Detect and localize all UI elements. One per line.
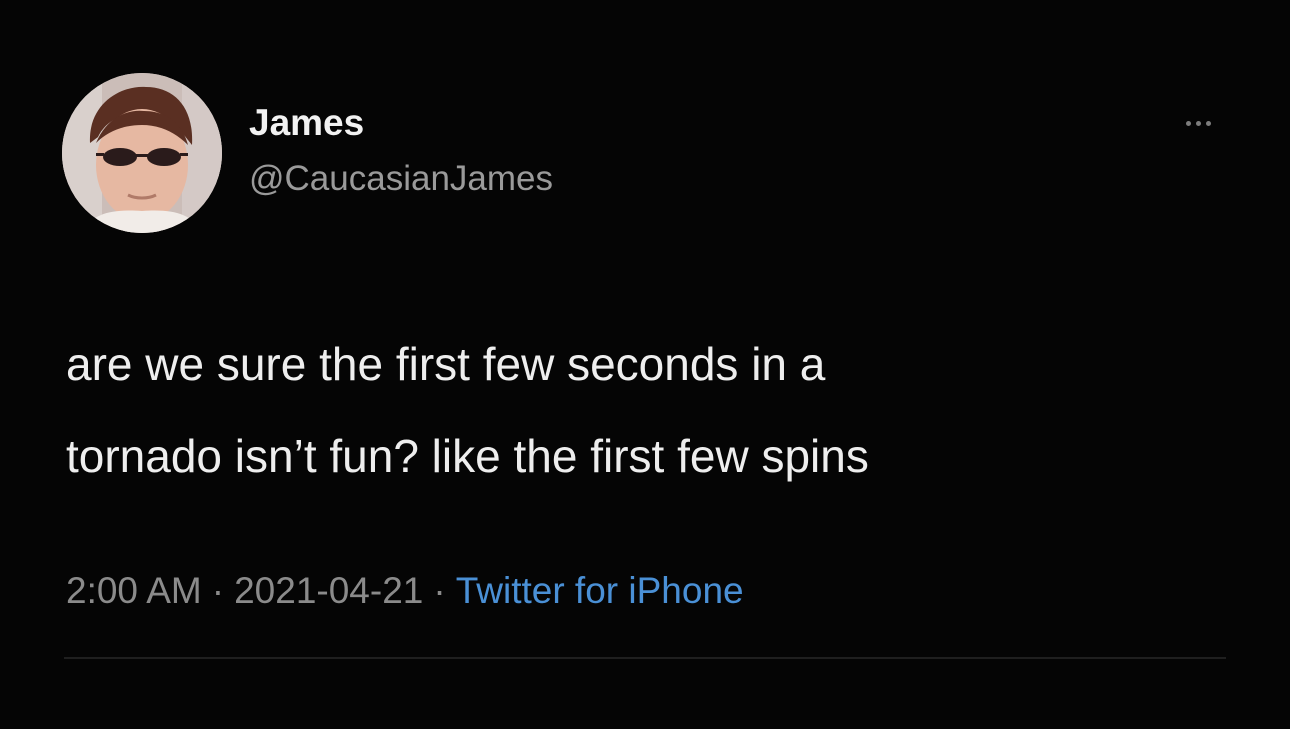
tweet-text: are we sure the first few seconds in a t…: [66, 318, 1246, 502]
more-horizontal-icon: [1185, 120, 1191, 126]
tweet-source-link[interactable]: Twitter for iPhone: [456, 570, 744, 611]
tweet-meta: 2:00 AM · 2021-04-21 · Twitter for iPhone: [66, 570, 744, 612]
more-options-button[interactable]: [1168, 108, 1228, 138]
avatar[interactable]: [62, 73, 222, 233]
author-display-name[interactable]: James: [249, 102, 364, 144]
divider: [64, 657, 1226, 659]
tweet-time[interactable]: 2:00 AM: [66, 570, 202, 611]
tweet-card: James @CaucasianJames are we sure the fi…: [0, 0, 1290, 729]
author-handle[interactable]: @CaucasianJames: [249, 159, 553, 199]
more-horizontal-icon: [1205, 120, 1211, 126]
tweet-text-line: tornado isn’t fun? like the first few sp…: [66, 430, 869, 482]
tweet-date[interactable]: 2021-04-21: [234, 570, 423, 611]
more-horizontal-icon: [1195, 120, 1201, 126]
tweet-text-line: are we sure the first few seconds in a: [66, 338, 826, 390]
meta-separator: ·: [211, 570, 225, 611]
meta-separator: ·: [433, 570, 446, 611]
